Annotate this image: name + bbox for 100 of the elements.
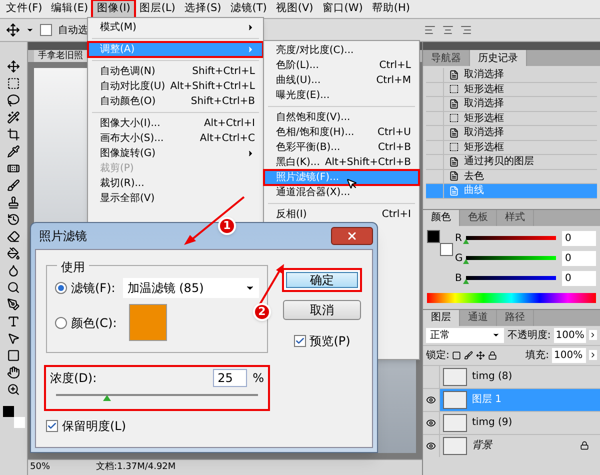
history-item[interactable]: 取消选择 <box>426 126 597 140</box>
history-item[interactable]: 取消选择 <box>426 68 597 82</box>
menu-item[interactable]: 图像旋转(G) <box>88 146 263 161</box>
menu-item[interactable]: 自动对比度(U) Alt+Shift+Ctrl+L <box>88 79 263 94</box>
menu-item[interactable]: 自动颜色(O) Shift+Ctrl+B <box>88 94 263 109</box>
density-slider[interactable] <box>56 393 258 401</box>
document-tab[interactable]: 手拿老旧照 <box>34 50 87 62</box>
paint-bucket-icon[interactable] <box>7 247 20 260</box>
checkbox[interactable] <box>40 24 52 36</box>
menu-item[interactable]: 画布大小(S)... Alt+Ctrl+C <box>88 131 263 146</box>
lasso-tool-icon[interactable] <box>7 94 20 107</box>
background-swatch[interactable] <box>440 242 453 256</box>
eraser-tool-icon[interactable] <box>7 230 20 243</box>
menu-title[interactable]: 窗口(W) <box>318 1 367 17</box>
slider-thumb[interactable] <box>463 259 469 264</box>
menu-item[interactable]: 模式(M) <box>88 20 263 35</box>
menu-item[interactable]: 显示全部(V) <box>88 191 263 206</box>
hand-tool-icon[interactable] <box>7 366 20 379</box>
menu-item[interactable]: 曝光度(E)... <box>264 88 419 103</box>
droplet-tool-icon[interactable] <box>7 264 20 277</box>
ok-button[interactable]: 确定 <box>282 268 362 292</box>
zoom-tool-icon[interactable] <box>7 383 20 396</box>
history-item[interactable]: 矩形选框 <box>426 82 597 97</box>
wand-tool-icon[interactable] <box>7 111 20 124</box>
layer-row[interactable]: 背景 <box>440 434 600 456</box>
background-color-swatch[interactable] <box>14 417 24 428</box>
pen-tool-icon[interactable] <box>7 298 20 311</box>
density-input[interactable]: 25 <box>212 369 247 387</box>
filter-dropdown[interactable]: 加温滤镜 (85) <box>123 278 259 298</box>
menu-item[interactable]: 图像大小(I)... Alt+Ctrl+I <box>88 116 263 131</box>
menu-title[interactable]: 视图(V) <box>272 1 318 17</box>
checkbox[interactable] <box>46 420 58 432</box>
menu-item[interactable]: 亮度/对比度(C)... <box>264 43 419 58</box>
lock-pixels-icon[interactable] <box>452 350 462 360</box>
menu-item[interactable]: 自动色调(N) Shift+Ctrl+L <box>88 64 263 79</box>
align-left-icon[interactable] <box>424 24 436 36</box>
dodge-tool-icon[interactable] <box>7 281 20 294</box>
history-brush-icon[interactable] <box>7 213 20 226</box>
menu-item[interactable]: 自然饱和度(V)... <box>264 110 419 125</box>
panel-tab[interactable]: 颜色 <box>423 210 460 226</box>
menu-item[interactable]: 色彩平衡(B)... Ctrl+B <box>264 140 419 155</box>
menu-item[interactable]: 曲线(U)... Ctrl+M <box>264 73 419 88</box>
slider-thumb[interactable] <box>463 279 469 284</box>
channel-value[interactable]: 0 <box>562 230 596 246</box>
panel-tab[interactable]: 图层 <box>423 310 460 326</box>
slider-thumb[interactable] <box>463 239 469 244</box>
slider-thumb[interactable] <box>102 395 110 401</box>
rectangle-tool-icon[interactable] <box>7 349 20 362</box>
close-button[interactable] <box>331 227 373 245</box>
channel-value[interactable]: 0 <box>562 270 596 286</box>
color-spectrum-bar[interactable] <box>427 292 596 302</box>
menu-title[interactable]: 图层(L) <box>135 1 180 17</box>
stamp-tool-icon[interactable] <box>7 196 20 209</box>
selection-arrow-icon[interactable] <box>7 332 20 345</box>
menu-item[interactable]: 裁切(R)... <box>88 176 263 191</box>
move-tool-icon[interactable] <box>7 60 20 73</box>
cancel-button[interactable]: 取消 <box>283 300 361 320</box>
brush-tool-icon[interactable] <box>7 179 20 192</box>
radio-button[interactable] <box>55 316 67 328</box>
foreground-color-swatch[interactable] <box>2 406 14 417</box>
menu-title[interactable]: 选择(S) <box>180 1 226 17</box>
arrow-icon[interactable] <box>589 350 597 360</box>
radio-button[interactable] <box>55 282 67 294</box>
menu-title[interactable]: 帮助(H) <box>368 1 414 17</box>
layer-row[interactable]: timg (8) <box>440 366 600 388</box>
crop-tool-icon[interactable] <box>7 128 20 141</box>
arrow-icon[interactable] <box>589 330 597 340</box>
foreground-swatch[interactable] <box>427 230 440 242</box>
menu-item[interactable]: 色相/饱和度(H)... Ctrl+U <box>264 125 419 140</box>
bandage-tool-icon[interactable] <box>7 162 20 175</box>
history-item[interactable]: 通过拷贝的图层 <box>426 155 597 170</box>
menu-title[interactable]: 编辑(E) <box>47 1 92 17</box>
fill-field[interactable]: 100% <box>552 348 586 362</box>
menu-title[interactable]: 图像(I) <box>93 1 134 17</box>
eyedropper-tool-icon[interactable] <box>7 145 20 158</box>
opacity-field[interactable]: 100% <box>554 328 586 342</box>
history-item[interactable]: 矩形选框 <box>426 140 597 155</box>
layer-row[interactable]: timg (9) <box>440 412 600 434</box>
menu-item[interactable]: 通道混合器(X)... <box>264 185 419 200</box>
history-item[interactable]: 矩形选框 <box>426 112 597 126</box>
panel-tab[interactable]: 历史记录 <box>470 50 527 66</box>
marquee-tool-icon[interactable] <box>7 77 20 90</box>
lock-icon[interactable] <box>488 350 498 360</box>
menu-item[interactable]: 反相(I) Ctrl+I <box>264 207 419 222</box>
blend-mode-dropdown[interactable]: 正常 <box>426 328 504 342</box>
menu-item[interactable]: 色阶(L)... Ctrl+L <box>264 58 419 73</box>
history-item[interactable]: 取消选择 <box>426 97 597 112</box>
align-right-icon[interactable] <box>460 24 472 36</box>
move-icon[interactable] <box>476 350 486 360</box>
menu-title[interactable]: 滤镜(T) <box>226 1 271 17</box>
move-tool-icon[interactable] <box>6 23 20 37</box>
channel-value[interactable]: 0 <box>562 250 596 266</box>
type-tool-icon[interactable] <box>7 315 20 328</box>
caret-icon[interactable] <box>26 26 34 34</box>
align-center-icon[interactable] <box>442 24 454 36</box>
menu-item[interactable]: 黑白(K)... Alt+Shift+Ctrl+B <box>264 155 419 170</box>
checkbox[interactable] <box>294 335 306 347</box>
brush-icon[interactable] <box>464 350 474 360</box>
color-swatch[interactable] <box>128 304 167 341</box>
menu-title[interactable]: 文件(F) <box>2 1 46 17</box>
